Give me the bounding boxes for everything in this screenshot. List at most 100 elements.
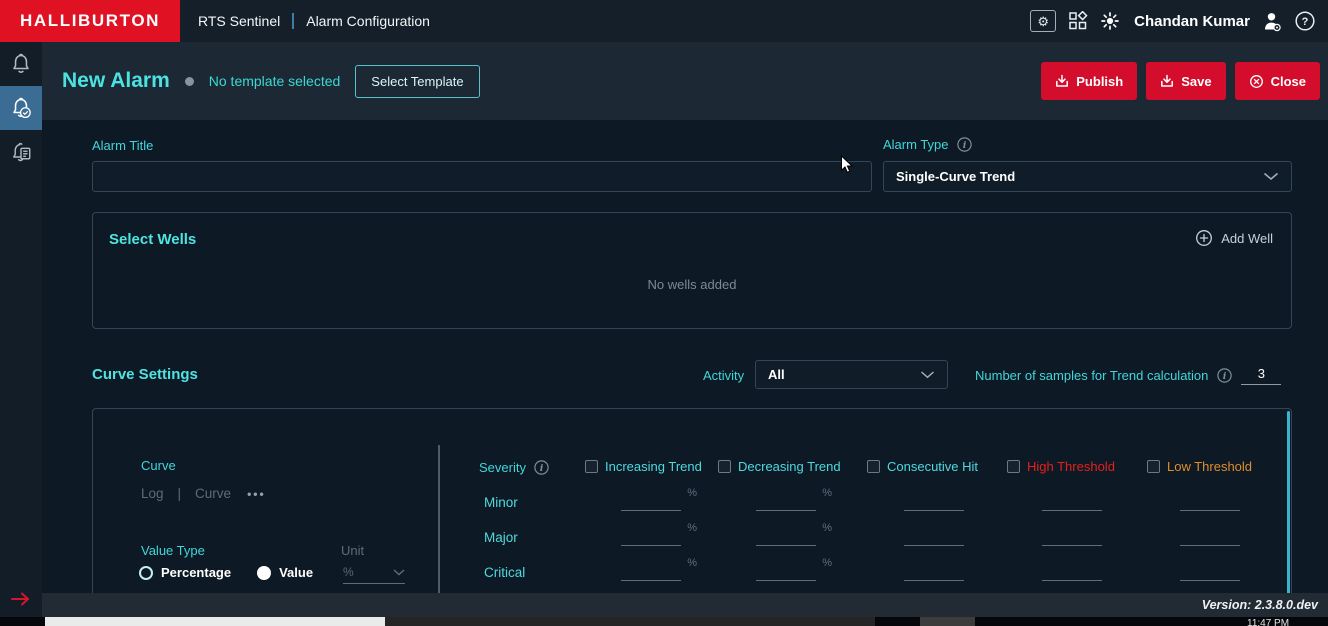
checkbox[interactable] [585, 460, 598, 473]
app-window: HALLIBURTON RTS Sentinel Alarm Configura… [0, 0, 1328, 626]
activity-label: Activity [703, 368, 744, 383]
log-curve-selector[interactable]: Log | Curve ••• [141, 486, 266, 501]
alarm-title-label: Alarm Title [92, 138, 153, 153]
minor-low-threshold-input[interactable] [1180, 491, 1240, 511]
major-consecutive-input[interactable] [904, 526, 964, 546]
activity-value: All [768, 367, 785, 382]
sidebar-item-alarms[interactable] [0, 42, 42, 86]
publish-button[interactable]: Publish [1041, 62, 1137, 100]
minor-decreasing-input[interactable] [756, 491, 816, 511]
value-type-label: Value Type [141, 543, 205, 558]
checkbox[interactable] [867, 460, 880, 473]
main-content: New Alarm No template selected Select Te… [42, 42, 1328, 617]
alarm-title-input[interactable] [93, 162, 871, 191]
svg-text:i: i [540, 463, 544, 474]
save-button[interactable]: Save [1146, 62, 1225, 100]
severity-row-major: Major % % [484, 526, 1274, 552]
sidebar-item-alarm-log[interactable] [0, 130, 42, 174]
brightness-sun-icon[interactable] [1100, 11, 1120, 31]
severity-row-critical: Critical % % [484, 561, 1274, 587]
major-low-threshold-input[interactable] [1180, 526, 1240, 546]
checkbox[interactable] [1007, 460, 1020, 473]
critical-increasing-input[interactable] [621, 561, 681, 581]
alarm-title-input-wrap [92, 161, 872, 192]
halliburton-logo: HALLIBURTON [0, 0, 180, 42]
value-radio[interactable] [257, 566, 271, 580]
alarm-type-label: Alarm Type [883, 137, 949, 152]
minor-high-threshold-input[interactable] [1042, 491, 1102, 511]
chevron-down-icon [920, 371, 935, 379]
breadcrumb: RTS Sentinel Alarm Configuration [198, 13, 430, 29]
taskbar-search-box[interactable] [45, 617, 385, 626]
apps-grid-icon[interactable] [1068, 11, 1088, 31]
log-picker[interactable]: Log [141, 486, 164, 501]
info-icon[interactable]: i [956, 136, 973, 153]
panel-scrollbar[interactable] [1287, 411, 1290, 593]
panel-divider [438, 445, 440, 593]
checkbox[interactable] [718, 460, 731, 473]
major-increasing-input[interactable] [621, 526, 681, 546]
critical-low-threshold-input[interactable] [1180, 561, 1240, 581]
curve-settings-panel: Curve Log | Curve ••• Value Type Unit Pe… [92, 408, 1292, 593]
bell-check-icon [9, 96, 33, 120]
consecutive-hit-checkbox-group[interactable]: Consecutive Hit [867, 459, 978, 474]
close-button[interactable]: Close [1235, 62, 1320, 100]
page-name: Alarm Configuration [306, 13, 430, 29]
settings-gear-icon[interactable]: ⚙ [1030, 10, 1056, 32]
critical-high-threshold-input[interactable] [1042, 561, 1102, 581]
help-icon[interactable]: ? [1294, 10, 1316, 32]
severity-title: Severity i [479, 459, 550, 476]
info-icon[interactable]: i [1216, 367, 1233, 384]
unit-value: % [343, 565, 354, 579]
sidebar [0, 42, 42, 617]
user-name: Chandan Kumar [1134, 13, 1250, 30]
page-title: New Alarm [62, 69, 170, 93]
activity-select[interactable]: All [755, 360, 948, 389]
mouse-cursor [840, 155, 854, 175]
chevron-down-icon [393, 569, 405, 576]
select-template-button[interactable]: Select Template [355, 65, 479, 98]
samples-group: Number of samples for Trend calculation … [975, 360, 1281, 391]
value-radio-label: Value [279, 565, 313, 580]
alarm-type-select[interactable]: Single-Curve Trend [883, 161, 1292, 192]
decreasing-trend-checkbox-group[interactable]: Decreasing Trend [718, 459, 841, 474]
ellipsis-menu-icon[interactable]: ••• [247, 487, 266, 501]
minor-increasing-input[interactable] [621, 491, 681, 511]
high-threshold-checkbox-group[interactable]: High Threshold [1007, 459, 1115, 474]
select-wells-heading: Select Wells [109, 231, 196, 248]
taskbar-clock: 11:47 PM [1247, 618, 1289, 626]
severity-row-minor: Minor % % [484, 491, 1274, 517]
samples-input[interactable] [1241, 366, 1281, 385]
taskbar-active-app[interactable] [920, 617, 975, 626]
page-header: New Alarm No template selected Select Te… [42, 42, 1328, 120]
major-high-threshold-input[interactable] [1042, 526, 1102, 546]
unit-select[interactable]: % [343, 565, 405, 584]
no-wells-message: No wells added [93, 277, 1291, 292]
critical-decreasing-input[interactable] [756, 561, 816, 581]
increasing-trend-checkbox-group[interactable]: Increasing Trend [585, 459, 702, 474]
add-well-button[interactable]: Add Well [1195, 229, 1273, 247]
curve-picker[interactable]: Curve [195, 486, 231, 501]
percentage-radio[interactable] [139, 566, 153, 580]
save-tray-icon [1160, 74, 1174, 88]
topbar: HALLIBURTON RTS Sentinel Alarm Configura… [0, 0, 1328, 42]
checkbox[interactable] [1147, 460, 1160, 473]
sidebar-item-alarm-configuration[interactable] [0, 86, 42, 130]
info-icon[interactable]: i [533, 459, 550, 476]
circle-plus-icon [1195, 229, 1213, 247]
user-profile-icon[interactable] [1262, 10, 1282, 32]
critical-consecutive-input[interactable] [904, 561, 964, 581]
alarm-type-label-row: Alarm Type i [883, 136, 973, 153]
close-circle-x-icon [1249, 74, 1264, 89]
svg-text:i: i [962, 140, 966, 151]
minor-consecutive-input[interactable] [904, 491, 964, 511]
major-decreasing-input[interactable] [756, 526, 816, 546]
page-header-left: New Alarm No template selected Select Te… [62, 65, 480, 98]
publish-tray-icon [1055, 74, 1069, 88]
samples-label: Number of samples for Trend calculation [975, 368, 1208, 383]
footer-bar: Version: 2.3.8.0.dev [42, 593, 1328, 617]
collapse-arrow-icon[interactable] [9, 591, 33, 607]
low-threshold-checkbox-group[interactable]: Low Threshold [1147, 459, 1252, 474]
percentage-radio-label: Percentage [161, 565, 231, 580]
version-text: Version: 2.3.8.0.dev [1202, 598, 1318, 612]
